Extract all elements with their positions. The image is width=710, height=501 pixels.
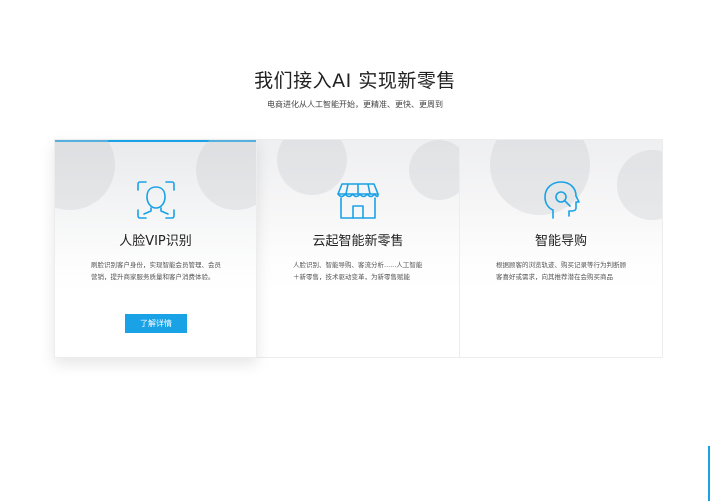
smart-guide-icon — [544, 181, 580, 219]
learn-more-button[interactable]: 了解详情 — [125, 314, 187, 333]
feature-card-smart-retail[interactable]: 云起智能新零售 人脸识别、智能导购、客流分析......人工智能＋新零售，技术驱… — [257, 139, 460, 358]
card-description: 根据顾客的浏览轨迹、购买记录等行为判断顾客喜好或需求，向其推荐潜在会购买商品 — [496, 261, 626, 281]
card-title: 智能导购 — [534, 234, 587, 249]
feature-card-smart-guide[interactable]: 智能导购 根据顾客的浏览轨迹、购买记录等行为判断顾客喜好或需求，向其推荐潜在会购… — [460, 139, 663, 358]
card-background-shape — [617, 150, 662, 220]
face-recognition-icon — [136, 181, 175, 219]
section-title: 我们接入AI 实现新零售 — [254, 70, 456, 92]
card-title: 云起智能新零售 — [312, 234, 404, 249]
card-title: 人脸VIP识别 — [119, 234, 192, 249]
card-description: 刷脸识别客户身份，实现智能会员管理、会员营销，提升商家服务质量和客户消费体验。 — [91, 261, 221, 281]
feature-cards: 人脸VIP识别 刷脸识别客户身份，实现智能会员管理、会员营销，提升商家服务质量和… — [54, 139, 663, 358]
card-background-shape — [409, 140, 459, 200]
page: 我们接入AI 实现新零售 电商进化从人工智能开始，更精准、更快、更周到 人脸VI… — [0, 0, 710, 501]
section-subtitle: 电商进化从人工智能开始，更精准、更快、更周到 — [267, 100, 443, 109]
feature-card-face-vip[interactable]: 人脸VIP识别 刷脸识别客户身份，实现智能会员管理、会员营销，提升商家服务质量和… — [54, 139, 257, 358]
card-background-shape — [196, 140, 256, 210]
storefront-icon — [337, 183, 379, 219]
card-background-shape — [55, 140, 115, 210]
card-description: 人脸识别、智能导购、客流分析......人工智能＋新零售，技术驱动变革，为新零售… — [293, 261, 423, 281]
